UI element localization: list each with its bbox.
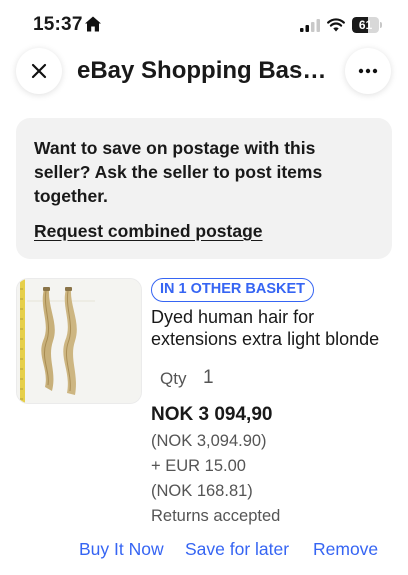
buy-it-now-button[interactable]: Buy It Now	[79, 539, 164, 560]
quantity-selector[interactable]: 1	[203, 367, 214, 389]
status-time: 15:37	[33, 14, 83, 35]
home-icon	[85, 16, 101, 32]
notice-message: Want to save on postage with this seller…	[34, 138, 323, 206]
more-options-button[interactable]	[345, 48, 391, 94]
postage-converted: (NOK 168.81)	[151, 482, 253, 500]
item-price: NOK 3 094,90	[151, 404, 273, 425]
more-icon	[358, 68, 378, 74]
other-basket-badge: IN 1 OTHER BASKET	[151, 278, 315, 302]
close-button[interactable]	[16, 48, 62, 94]
quantity-label: Qty	[160, 369, 187, 388]
price-converted: (NOK 3,094.90)	[151, 432, 267, 450]
header: eBay Shopping Basket	[0, 46, 408, 100]
wifi-icon	[327, 18, 345, 32]
combined-postage-notice: Want to save on postage with this seller…	[16, 118, 392, 259]
request-combined-postage-link[interactable]: Request combined postage	[34, 221, 263, 242]
item-image[interactable]	[16, 278, 142, 404]
battery-level: 61	[358, 18, 373, 32]
item-title-line-2: extensions extra light blonde	[151, 329, 380, 349]
page-title: eBay Shopping Basket	[77, 57, 332, 84]
signal-icon	[300, 19, 320, 32]
item-title-line-1: Dyed human hair for	[151, 307, 315, 327]
item-title[interactable]: Dyed human hair for extensions extra lig…	[151, 306, 386, 350]
remove-button[interactable]: Remove	[313, 539, 378, 560]
close-icon	[31, 63, 47, 79]
returns-policy: Returns accepted	[151, 507, 281, 525]
status-bar: 15:37 61	[0, 0, 408, 52]
hair-extension-image	[17, 279, 141, 403]
battery-icon: 61	[352, 17, 382, 33]
postage-cost: + EUR 15.00	[151, 457, 246, 475]
save-for-later-button[interactable]: Save for later	[185, 539, 289, 560]
